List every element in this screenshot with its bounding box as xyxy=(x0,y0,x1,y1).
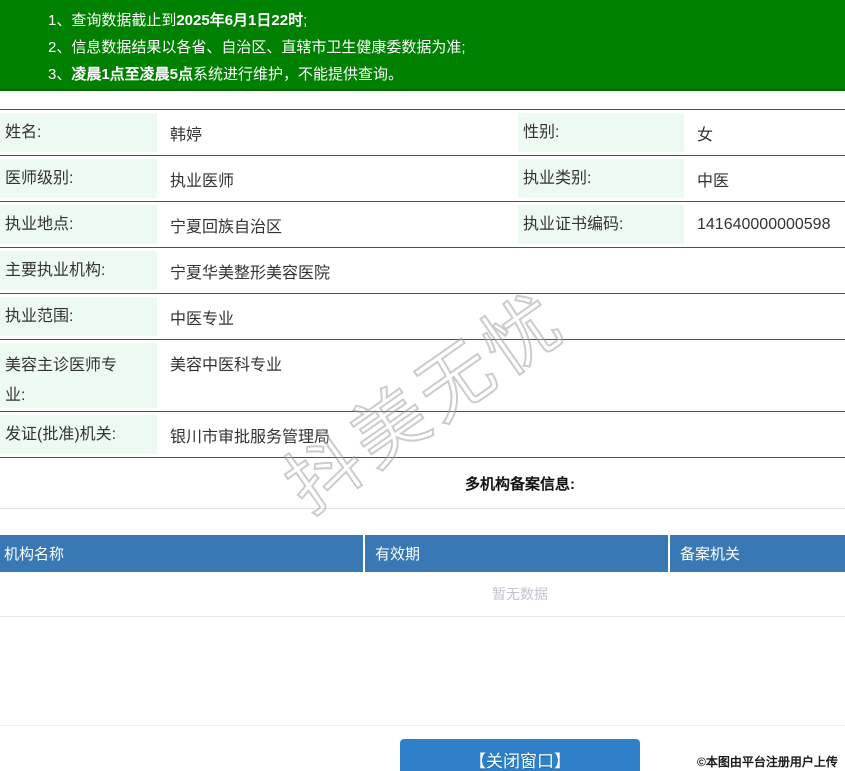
notice-bold: 2025年6月1日22时 xyxy=(176,12,304,29)
field-value: 女 xyxy=(697,126,714,144)
profile-table: 姓名: 韩婷 性别: 女 医师级别: 执业医师 执业类别: 中医 执业地点: 宁… xyxy=(0,109,845,458)
profile-row: 执业地点: 宁夏回族自治区 执业证书编码: 141640000000598 xyxy=(0,202,845,248)
field-label-text: 姓名: xyxy=(0,113,157,152)
profile-row: 医师级别: 执业医师 执业类别: 中医 xyxy=(0,156,845,202)
divider xyxy=(0,725,845,726)
field-value: 141640000000598 xyxy=(697,215,831,233)
notice-text: 3、 xyxy=(48,66,72,83)
close-window-button[interactable]: 【关闭窗口】 xyxy=(400,739,640,771)
field-value: 执业医师 xyxy=(170,172,235,190)
field-label-text: 执业证书编码: xyxy=(518,205,684,244)
field-label: 主要执业机构: xyxy=(0,248,157,293)
field-value: 中医 xyxy=(697,172,730,190)
notice-text: 1、查询数据截止到 xyxy=(48,12,177,29)
notice-text: ; xyxy=(303,12,308,29)
divider xyxy=(0,508,845,509)
field-label-text: 主要执业机构: xyxy=(0,251,157,290)
column-header-authority: 备案机关 xyxy=(680,546,741,563)
profile-row: 主要执业机构: 宁夏华美整形美容医院 xyxy=(0,248,845,294)
field-label: 美容主诊医师专业: xyxy=(0,340,157,411)
column-header-validity: 有效期 xyxy=(365,535,670,572)
profile-row: 发证(批准)机关: 银川市审批服务管理局 xyxy=(0,412,845,458)
field-label: 发证(批准)机关: xyxy=(0,412,157,457)
profile-row: 执业范围: 中医专业 xyxy=(0,294,845,340)
field-value: 宁夏回族自治区 xyxy=(170,218,283,236)
section-title-filing: 多机构备案信息: xyxy=(465,475,575,493)
field-label: 执业类别: xyxy=(518,156,684,201)
field-label: 医师级别: xyxy=(0,156,157,201)
field-label-text: 医师级别: xyxy=(0,159,157,198)
profile-row: 美容主诊医师专业: 美容中医科专业 xyxy=(0,340,845,412)
notice-text: 2、信息数据结果以各省、自治区、直辖市卫生健康委数据为准; xyxy=(48,39,466,56)
notice-banner: 1、查询数据截止到2025年6月1日22时; 2、信息数据结果以各省、自治区、直… xyxy=(0,0,845,91)
notice-line-2: 2、信息数据结果以各省、自治区、直辖市卫生健康委数据为准; xyxy=(48,34,845,61)
page-content: 1、查询数据截止到2025年6月1日22时; 2、信息数据结果以各省、自治区、直… xyxy=(0,0,845,771)
field-value: 宁夏华美整形美容医院 xyxy=(170,264,331,282)
field-label-text: 执业类别: xyxy=(518,159,684,198)
field-label-text: 执业地点: xyxy=(0,205,157,244)
field-label-text: 发证(批准)机关: xyxy=(0,415,157,454)
notice-text: 系统进行维护，不能提供查询。 xyxy=(193,66,404,83)
field-value: 中医专业 xyxy=(170,310,235,328)
field-label: 执业地点: xyxy=(0,202,157,247)
empty-state: 暂无数据 xyxy=(0,572,845,617)
field-value: 银川市审批服务管理局 xyxy=(170,428,331,446)
column-header-institution: 机构名称 xyxy=(0,535,365,572)
field-label-text: 性别: xyxy=(518,113,684,152)
profile-row: 姓名: 韩婷 性别: 女 xyxy=(0,110,845,156)
field-value: 美容中医科专业 xyxy=(170,357,283,374)
field-label: 执业范围: xyxy=(0,294,157,339)
field-label-text: 执业范围: xyxy=(0,297,157,336)
field-label: 执业证书编码: xyxy=(518,202,684,247)
field-label-text: 美容主诊医师专业: xyxy=(0,343,157,408)
field-label: 性别: xyxy=(518,110,684,155)
field-label: 姓名: xyxy=(0,110,157,155)
copyright-watermark: ©本图由平台注册用户上传 xyxy=(697,755,838,769)
notice-bold: 凌晨1点至凌晨5点 xyxy=(71,66,194,83)
field-value: 韩婷 xyxy=(170,126,203,144)
notice-line-3: 3、凌晨1点至凌晨5点系统进行维护，不能提供查询。 xyxy=(48,61,845,88)
notice-line-1: 1、查询数据截止到2025年6月1日22时; xyxy=(48,7,845,34)
filing-table-header: 机构名称 有效期 备案机关 xyxy=(0,535,845,572)
